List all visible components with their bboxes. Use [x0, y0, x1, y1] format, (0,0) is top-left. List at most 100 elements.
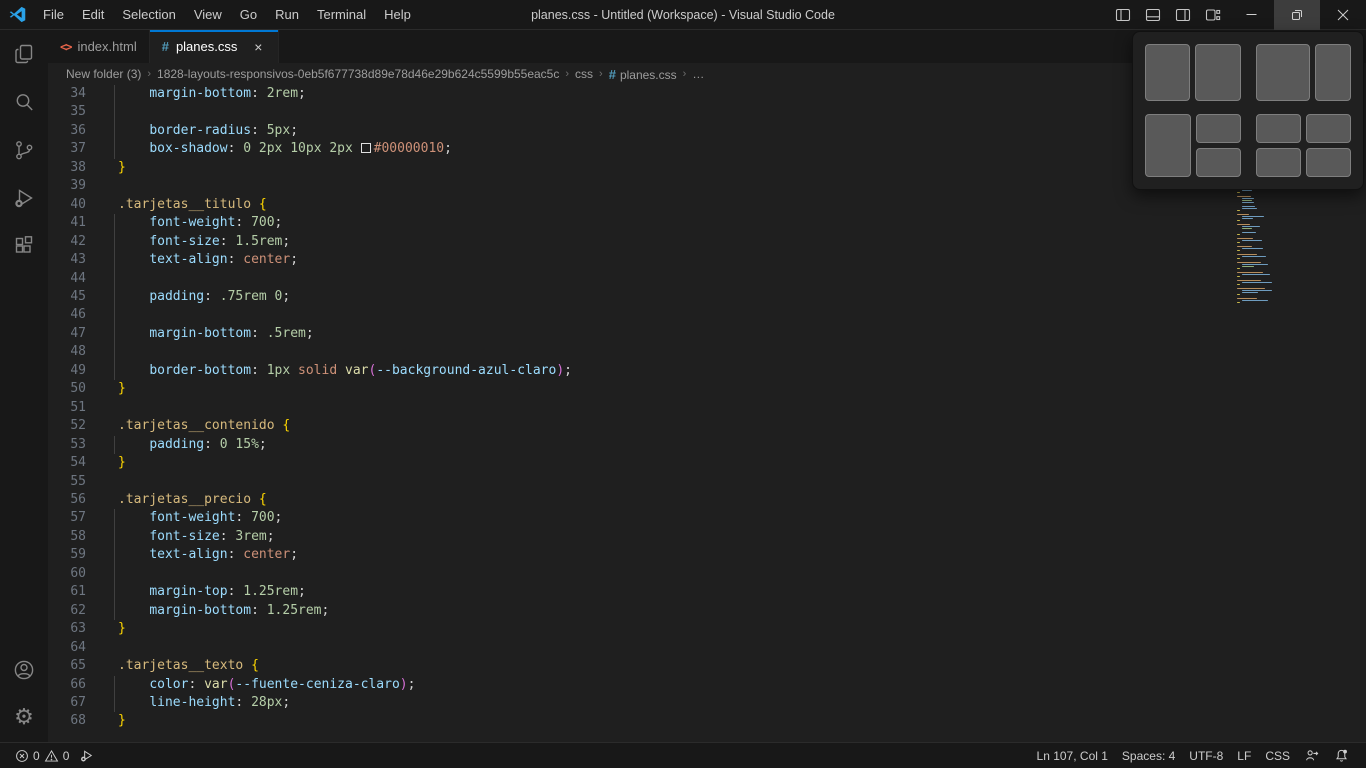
snap-option-left-column-right-stacked[interactable] — [1145, 114, 1241, 178]
tab-close-icon[interactable]: × — [250, 39, 266, 55]
code-line-67[interactable]: 67 line-height: 28px; — [48, 694, 1366, 712]
indentation-status[interactable]: Spaces: 4 — [1115, 745, 1182, 767]
html-file-icon: <> — [60, 40, 70, 54]
restore-button[interactable] — [1274, 0, 1320, 30]
line-number: 60 — [48, 565, 110, 583]
code-line-42[interactable]: 42 font-size: 1.5rem; — [48, 233, 1366, 251]
code-line-43[interactable]: 43 text-align: center; — [48, 251, 1366, 269]
breadcrumb-item[interactable]: … — [690, 67, 706, 81]
code-line-68[interactable]: 68} — [48, 712, 1366, 730]
code-line-45[interactable]: 45 padding: .75rem 0; — [48, 288, 1366, 306]
indent-guide — [114, 103, 115, 121]
language-mode-status[interactable]: CSS — [1258, 745, 1297, 767]
code-line-47[interactable]: 47 margin-bottom: .5rem; — [48, 325, 1366, 343]
breadcrumb-item[interactable]: New folder (3) — [64, 67, 143, 81]
toggle-secondary-sidebar-button[interactable] — [1168, 0, 1198, 30]
account-icon[interactable] — [0, 646, 48, 694]
indent-guide — [114, 362, 115, 380]
line-content: margin-top: 1.25rem; — [110, 583, 306, 601]
code-line-64[interactable]: 64 — [48, 639, 1366, 657]
code-line-40[interactable]: 40.tarjetas__titulo { — [48, 196, 1366, 214]
problems-status[interactable]: 0 0 — [10, 745, 74, 767]
code-line-60[interactable]: 60 — [48, 565, 1366, 583]
menu-bar: FileEditSelectionViewGoRunTerminalHelp — [34, 0, 420, 30]
breadcrumb-item[interactable]: #planes.css — [607, 67, 679, 82]
run-debug-icon[interactable] — [0, 174, 48, 222]
code-line-63[interactable]: 63} — [48, 620, 1366, 638]
snap-option-two-columns-left-wide[interactable] — [1256, 44, 1352, 101]
menu-terminal[interactable]: Terminal — [308, 0, 375, 30]
line-number: 67 — [48, 694, 110, 712]
warning-count: 0 — [63, 749, 70, 763]
snap-cell — [1256, 44, 1311, 101]
code-line-48[interactable]: 48 — [48, 343, 1366, 361]
code-line-65[interactable]: 65.tarjetas__texto { — [48, 657, 1366, 675]
settings-gear-icon[interactable]: ⚙ — [0, 694, 48, 742]
minimap[interactable] — [1237, 190, 1297, 304]
toggle-sidebar-button[interactable] — [1108, 0, 1138, 30]
breadcrumb-item[interactable]: 1828-layouts-responsivos-0eb5f677738d89e… — [155, 67, 561, 81]
code-line-56[interactable]: 56.tarjetas__precio { — [48, 491, 1366, 509]
breadcrumb-label: … — [692, 67, 704, 81]
code-line-49[interactable]: 49 border-bottom: 1px solid var(--backgr… — [48, 362, 1366, 380]
menu-help[interactable]: Help — [375, 0, 420, 30]
menu-view[interactable]: View — [185, 0, 231, 30]
feedback-icon[interactable] — [1297, 745, 1327, 767]
cursor-position-status[interactable]: Ln 107, Col 1 — [1030, 745, 1115, 767]
line-content: margin-bottom: .5rem; — [110, 325, 314, 343]
line-number: 39 — [48, 177, 110, 195]
snap-layouts-flyout — [1132, 31, 1364, 190]
line-content — [110, 399, 118, 417]
line-content — [110, 270, 118, 288]
source-control-icon[interactable] — [0, 126, 48, 174]
css-file-icon: # — [609, 67, 616, 82]
run-status-icon[interactable] — [74, 745, 100, 767]
snap-cell — [1195, 44, 1240, 101]
code-line-44[interactable]: 44 — [48, 270, 1366, 288]
code-line-54[interactable]: 54} — [48, 454, 1366, 472]
line-number: 62 — [48, 602, 110, 620]
menu-run[interactable]: Run — [266, 0, 308, 30]
title-bar: FileEditSelectionViewGoRunTerminalHelp p… — [0, 0, 1366, 30]
code-line-53[interactable]: 53 padding: 0 15%; — [48, 436, 1366, 454]
minimize-button[interactable] — [1228, 0, 1274, 30]
code-line-59[interactable]: 59 text-align: center; — [48, 546, 1366, 564]
notifications-bell-icon[interactable] — [1327, 745, 1356, 767]
close-window-button[interactable] — [1320, 0, 1366, 30]
explorer-icon[interactable] — [0, 30, 48, 78]
line-content — [110, 473, 118, 491]
code-line-51[interactable]: 51 — [48, 399, 1366, 417]
code-line-57[interactable]: 57 font-weight: 700; — [48, 509, 1366, 527]
search-icon[interactable] — [0, 78, 48, 126]
line-content: box-shadow: 0 2px 10px 2px #00000010; — [110, 140, 452, 158]
eol-status[interactable]: LF — [1230, 745, 1258, 767]
line-content: font-size: 1.5rem; — [110, 233, 290, 251]
code-line-50[interactable]: 50} — [48, 380, 1366, 398]
code-line-55[interactable]: 55 — [48, 473, 1366, 491]
menu-go[interactable]: Go — [231, 0, 266, 30]
code-line-46[interactable]: 46 — [48, 306, 1366, 324]
menu-file[interactable]: File — [34, 0, 73, 30]
code-line-61[interactable]: 61 margin-top: 1.25rem; — [48, 583, 1366, 601]
breadcrumb-label: 1828-layouts-responsivos-0eb5f677738d89e… — [157, 67, 559, 81]
code-line-58[interactable]: 58 font-size: 3rem; — [48, 528, 1366, 546]
customize-layout-button[interactable] — [1198, 0, 1228, 30]
indent-guide — [114, 694, 115, 712]
error-icon — [15, 749, 29, 763]
snap-cell — [1256, 114, 1301, 143]
code-line-62[interactable]: 62 margin-bottom: 1.25rem; — [48, 602, 1366, 620]
menu-edit[interactable]: Edit — [73, 0, 113, 30]
line-number: 48 — [48, 343, 110, 361]
tab-index.html[interactable]: <>index.html — [48, 30, 150, 63]
snap-option-quad-grid[interactable] — [1256, 114, 1352, 178]
code-line-66[interactable]: 66 color: var(--fuente-ceniza-claro); — [48, 676, 1366, 694]
menu-selection[interactable]: Selection — [113, 0, 184, 30]
tab-planes.css[interactable]: #planes.css× — [150, 30, 280, 63]
toggle-panel-button[interactable] — [1138, 0, 1168, 30]
breadcrumb-item[interactable]: css — [573, 67, 595, 81]
snap-option-two-columns-equal[interactable] — [1145, 44, 1241, 101]
code-line-52[interactable]: 52.tarjetas__contenido { — [48, 417, 1366, 435]
extensions-icon[interactable] — [0, 222, 48, 270]
code-line-41[interactable]: 41 font-weight: 700; — [48, 214, 1366, 232]
encoding-status[interactable]: UTF-8 — [1182, 745, 1230, 767]
